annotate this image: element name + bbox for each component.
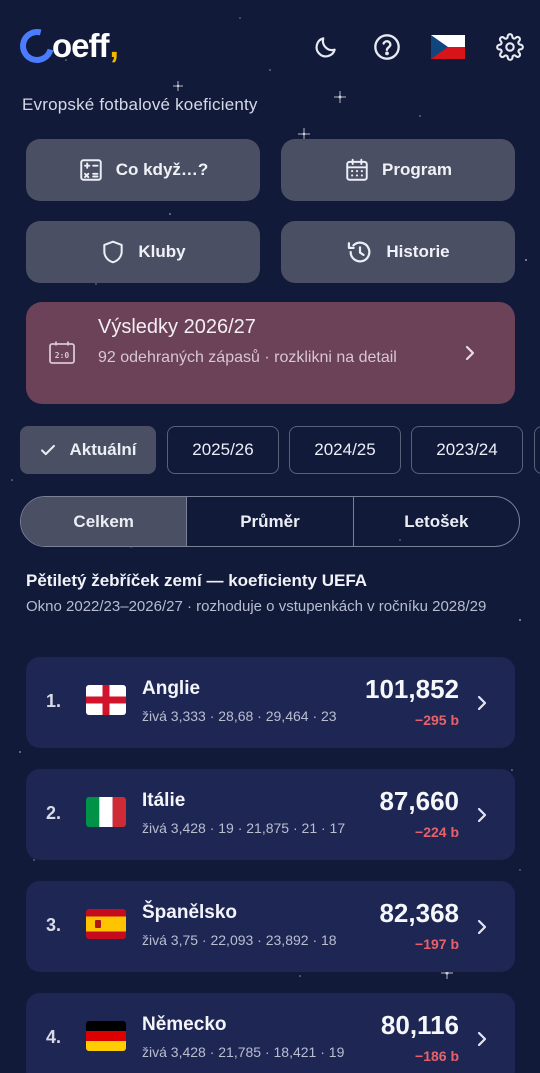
- whatif-label: Co když…?: [115, 160, 209, 179]
- moon-icon[interactable]: [309, 30, 343, 64]
- coefficient-delta: −224 b: [415, 824, 459, 840]
- season-chip-overflow[interactable]: [534, 426, 540, 474]
- clubs-label: Kluby: [138, 242, 186, 261]
- check-icon: [41, 444, 56, 456]
- chevron-right-icon: [477, 1031, 487, 1047]
- coefficient-value: 80,116: [380, 1010, 459, 1040]
- country-detail: živá 3,428 · 21,785 · 18,421 · 19: [142, 1044, 345, 1060]
- ranking-row[interactable]: 2. Itálie živá 3,428 · 19 · 21,875 · 21 …: [26, 769, 515, 860]
- germany-flag-icon: [86, 1021, 126, 1051]
- results-title: Výsledky 2026/27: [98, 316, 256, 338]
- ranking-row[interactable]: 4. Německo živá 3,428 · 21,785 · 18,421 …: [26, 993, 515, 1073]
- segment-label: Letošek: [404, 511, 469, 531]
- chevron-right-icon: [465, 345, 475, 361]
- coefficient-value: 101,852: [365, 674, 459, 704]
- history-icon: [348, 241, 371, 263]
- results-card[interactable]: 2:0 Výsledky 2026/27 92 odehraných zápas…: [26, 302, 515, 404]
- program-button[interactable]: Program: [281, 139, 515, 201]
- italy-flag-icon: [86, 797, 126, 827]
- gear-icon[interactable]: [493, 30, 527, 64]
- rank-number: 3.: [46, 915, 62, 935]
- scoreboard-icon: 2:0: [49, 341, 75, 364]
- logo-wordmark: oeff: [52, 27, 109, 64]
- ranking-row[interactable]: 1. Anglie živá 3,333 · 28,68 · 29,464 · …: [26, 657, 515, 748]
- chevron-right-icon: [477, 695, 487, 711]
- country-name: Itálie: [142, 790, 186, 811]
- history-button[interactable]: Historie: [281, 221, 515, 283]
- coefficient-delta: −186 b: [415, 1048, 459, 1064]
- coefficient-value: 82,368: [379, 898, 459, 928]
- history-label: Historie: [386, 242, 450, 261]
- england-flag-icon: [86, 685, 126, 715]
- app-subtitle: Evropské fotbalové koeficienty: [22, 95, 258, 114]
- ranking-title: Pětiletý žebříček zemí — koeficienty UEF…: [26, 571, 368, 590]
- top-bar: oeff ,: [0, 0, 540, 95]
- coefficient-delta: −295 b: [415, 712, 459, 728]
- segment-total[interactable]: Celkem: [21, 497, 188, 546]
- program-label: Program: [382, 160, 452, 179]
- clubs-button[interactable]: Kluby: [26, 221, 260, 283]
- help-icon[interactable]: [370, 30, 404, 64]
- country-name: Německo: [142, 1014, 227, 1035]
- rank-number: 4.: [46, 1027, 62, 1047]
- season-chip-label: 2023/24: [436, 440, 498, 459]
- country-detail: živá 3,75 · 22,093 · 23,892 · 18: [142, 932, 337, 948]
- whatif-button[interactable]: Co když…?: [26, 139, 260, 201]
- czech-flag-icon[interactable]: [430, 30, 466, 64]
- season-chip-2023-24[interactable]: 2023/24: [411, 426, 523, 474]
- chevron-right-icon: [477, 919, 487, 935]
- coefficient-value: 87,660: [379, 786, 459, 816]
- results-subtitle: 92 odehraných zápasů · rozklikni na deta…: [98, 349, 397, 366]
- season-chip-2025-26[interactable]: 2025/26: [167, 426, 279, 474]
- rank-number: 1.: [46, 691, 62, 711]
- ranking-row[interactable]: 3. Španělsko živá 3,75 · 22,093 · 23,892…: [26, 881, 515, 972]
- ranking-subtitle: Okno 2022/23–2026/27 · rozhoduje o vstup…: [26, 598, 487, 615]
- coefficient-delta: −197 b: [415, 936, 459, 952]
- segment-label: Celkem: [73, 511, 134, 531]
- season-chip-2024-25[interactable]: 2024/25: [289, 426, 401, 474]
- shield-icon: [103, 240, 124, 264]
- calculator-icon: [79, 159, 102, 181]
- calendar-icon: [346, 158, 368, 181]
- segment-this-season[interactable]: Letošek: [354, 497, 519, 546]
- svg-text:2:0: 2:0: [55, 351, 70, 360]
- country-name: Anglie: [142, 678, 201, 699]
- country-detail: živá 3,428 · 19 · 21,875 · 21 · 17: [142, 820, 346, 836]
- segment-label: Průměr: [240, 511, 300, 531]
- logo-comma: ,: [109, 26, 119, 65]
- rank-number: 2.: [46, 803, 62, 823]
- country-detail: živá 3,333 · 28,68 · 29,464 · 23: [142, 708, 337, 724]
- segment-average[interactable]: Průměr: [187, 497, 354, 546]
- country-name: Španělsko: [142, 902, 238, 923]
- spain-flag-icon: [86, 909, 126, 939]
- season-chips: Aktuální 2025/26 2024/25 2023/24: [20, 426, 540, 474]
- chevron-right-icon: [477, 807, 487, 823]
- season-chip-label: 2024/25: [314, 440, 376, 459]
- app-logo: oeff ,: [13, 22, 119, 70]
- season-chip-current[interactable]: Aktuální: [20, 426, 156, 474]
- ranking-mode-toggle: Celkem Průměr Letošek: [20, 496, 520, 547]
- season-chip-label: 2025/26: [192, 440, 254, 459]
- season-chip-label: Aktuální: [69, 440, 137, 459]
